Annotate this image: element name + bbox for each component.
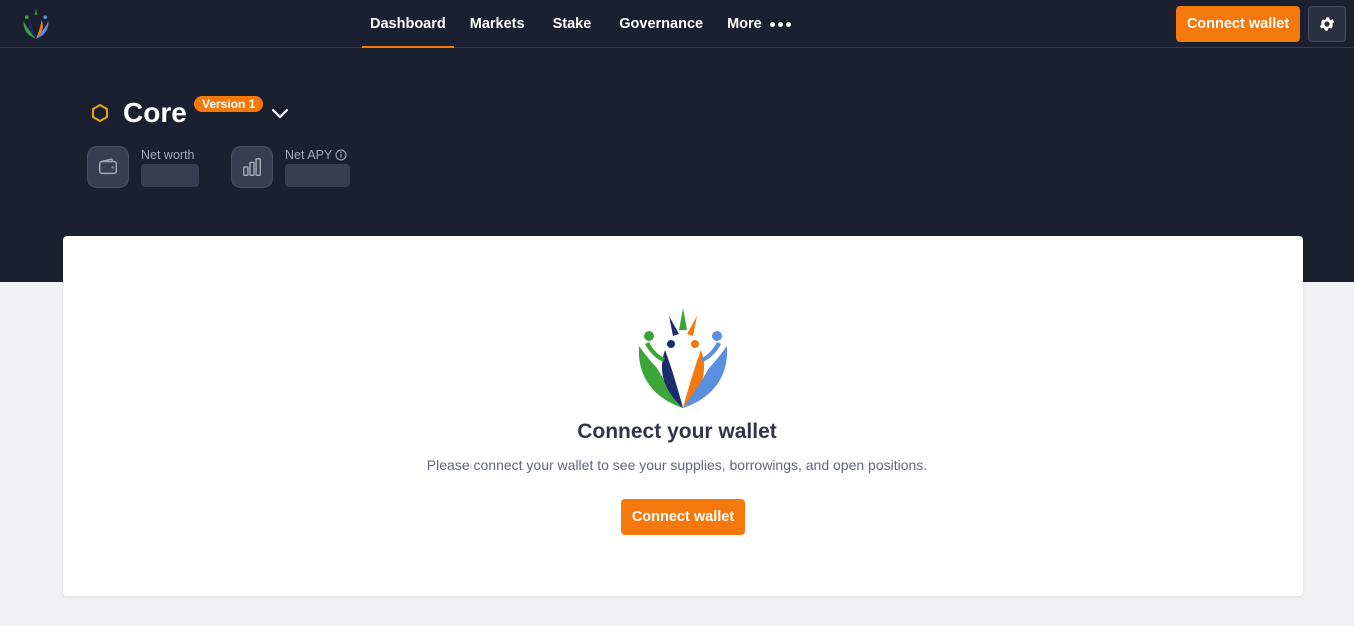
nav-governance-label: Governance [619, 16, 704, 32]
connect-wallet-button[interactable]: Connect wallet [621, 499, 745, 535]
nav-governance[interactable]: Governance [611, 0, 711, 48]
net-apy-label-text: Net APY [285, 148, 333, 162]
market-selector-chevron-down-icon[interactable] [270, 103, 290, 123]
connect-wallet-title: Connect your wallet [577, 420, 777, 443]
nav-more[interactable]: More [719, 0, 799, 48]
version-badge: Version 1 [194, 96, 264, 112]
connect-wallet-card [63, 236, 1303, 596]
net-worth-label: Net worth [141, 148, 195, 162]
net-apy-value-skeleton [285, 164, 350, 187]
header-connect-wallet-label: Connect wallet [1186, 16, 1290, 32]
app-logo-icon[interactable] [20, 8, 52, 40]
nav-stake-label: Stake [552, 16, 592, 32]
more-dots-icon [769, 21, 791, 27]
gear-icon [1319, 17, 1335, 31]
main-nav: Dashboard Markets Stake Governance More [362, 0, 799, 48]
market-title: Core [123, 97, 187, 128]
info-icon[interactable] [335, 149, 347, 161]
top-navbar: Dashboard Markets Stake Governance More … [0, 0, 1354, 48]
nav-more-label: More [727, 16, 762, 32]
wallet-icon [99, 158, 117, 175]
net-worth-label-text: Net worth [141, 148, 195, 162]
nav-markets-label: Markets [469, 16, 525, 32]
header-connect-wallet-button[interactable]: Connect wallet [1176, 6, 1300, 42]
app-logo-icon [635, 306, 731, 410]
bar-chart-icon [243, 158, 261, 176]
settings-button[interactable] [1308, 6, 1346, 42]
nav-stake[interactable]: Stake [545, 0, 600, 48]
connect-wallet-button-label: Connect wallet [631, 509, 735, 525]
nav-markets[interactable]: Markets [462, 0, 533, 48]
net-apy-label: Net APY [285, 148, 347, 162]
net-worth-value-skeleton [141, 164, 199, 187]
nav-dashboard-label: Dashboard [370, 16, 446, 32]
nav-dashboard[interactable]: Dashboard [362, 0, 454, 48]
hexagon-icon [90, 103, 110, 123]
connect-wallet-description: Please connect your wallet to see your s… [426, 457, 928, 473]
net-apy-box [231, 146, 273, 188]
net-worth-box [87, 146, 129, 188]
